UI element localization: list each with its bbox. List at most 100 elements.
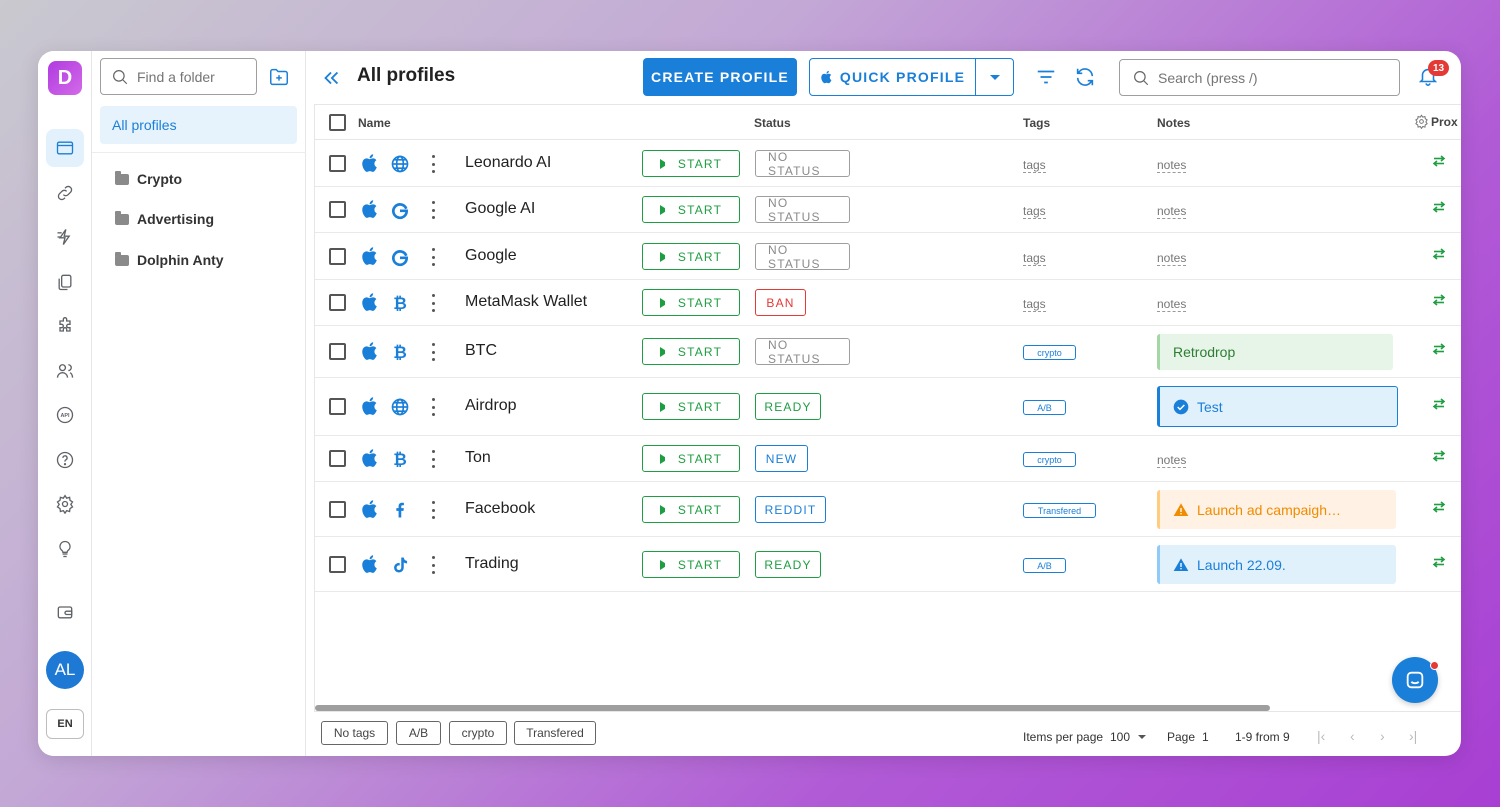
notes-placeholder[interactable]: notes [1157,204,1187,219]
table-row[interactable]: Google START NO STATUS tags notes [315,233,1461,280]
wallet-icon[interactable] [46,593,84,631]
status-badge[interactable]: BAN [755,289,806,316]
row-checkbox[interactable] [329,398,346,415]
row-menu-icon[interactable] [430,450,436,468]
profile-name[interactable]: Google [465,247,517,265]
column-tags[interactable]: Tags [1023,116,1050,130]
quick-profile-button[interactable]: QUICK PROFILE [809,58,976,96]
tag-filter-ab[interactable]: A/B [396,721,441,745]
row-menu-icon[interactable] [430,343,436,361]
table-row[interactable]: Google AI START NO STATUS tags notes [315,187,1461,233]
refresh-icon[interactable] [1074,66,1096,88]
horizontal-scrollbar[interactable] [315,705,1270,711]
table-row[interactable]: ₿ BTC START NO STATUS crypto Retrodrop [315,326,1461,378]
row-menu-icon[interactable] [430,398,436,416]
tag-chip[interactable]: A/B [1023,400,1066,415]
tags-placeholder[interactable]: tags [1023,297,1046,312]
profile-name[interactable]: BTC [465,342,497,360]
row-menu-icon[interactable] [430,501,436,519]
last-page-icon[interactable]: ›| [1409,728,1417,744]
users-icon[interactable] [46,352,84,390]
note-box[interactable]: Test [1157,386,1398,427]
status-badge[interactable]: NEW [755,445,808,472]
notes-placeholder[interactable]: notes [1157,453,1187,468]
table-row[interactable]: Leonardo AI START NO STATUS tags notes [315,140,1461,187]
notes-placeholder[interactable]: notes [1157,251,1187,266]
column-name[interactable]: Name [358,116,391,130]
proxy-swap-icon[interactable] [1432,154,1446,167]
row-checkbox[interactable] [329,248,346,265]
note-box[interactable]: Launch 22.09. [1157,545,1396,584]
profile-name[interactable]: Leonardo AI [465,154,551,172]
language-switch[interactable]: EN [46,709,84,739]
row-menu-icon[interactable] [430,201,436,219]
table-row[interactable]: ₿ Ton START NEW crypto notes [315,436,1461,482]
folder-search-input[interactable]: Find a folder [100,58,257,95]
folder-item-advertising[interactable]: Advertising [115,210,214,227]
link-icon[interactable] [46,174,84,212]
row-checkbox[interactable] [329,450,346,467]
api-icon[interactable]: API [46,396,84,434]
start-button[interactable]: START [642,338,740,365]
proxy-swap-icon[interactable] [1432,342,1446,355]
row-checkbox[interactable] [329,201,346,218]
select-all-checkbox[interactable] [329,114,346,131]
copy-icon[interactable] [46,263,84,301]
table-row[interactable]: ₿ MetaMask Wallet START BAN tags notes [315,280,1461,326]
start-button[interactable]: START [642,496,740,523]
row-menu-icon[interactable] [430,556,436,574]
folder-all-profiles[interactable]: All profiles [100,106,297,144]
status-badge[interactable]: REDDIT [755,496,826,523]
tag-filter-no-tags[interactable]: No tags [321,721,388,745]
create-profile-button[interactable]: CREATE PROFILE [643,58,797,96]
start-button[interactable]: START [642,196,740,223]
status-badge[interactable]: NO STATUS [755,150,850,178]
avatar[interactable]: AL [46,651,84,689]
start-button[interactable]: START [642,150,740,177]
proxy-swap-icon[interactable] [1432,200,1446,213]
row-menu-icon[interactable] [430,155,436,173]
profile-name[interactable]: Ton [465,449,491,467]
tag-filter-crypto[interactable]: crypto [449,721,507,745]
tags-placeholder[interactable]: tags [1023,204,1046,219]
tag-chip[interactable]: A/B [1023,558,1066,573]
quick-profile-dropdown[interactable] [975,58,1014,96]
tags-placeholder[interactable]: tags [1023,158,1046,173]
tag-chip[interactable]: Transfered [1023,503,1096,518]
start-button[interactable]: START [642,243,740,270]
profile-name[interactable]: Facebook [465,500,535,518]
column-notes[interactable]: Notes [1157,116,1190,130]
profile-name[interactable]: Google AI [465,200,535,218]
row-checkbox[interactable] [329,556,346,573]
proxy-swap-icon[interactable] [1432,449,1446,462]
proxy-swap-icon[interactable] [1432,293,1446,306]
status-badge[interactable]: NO STATUS [755,243,850,271]
proxy-swap-icon[interactable] [1432,500,1446,513]
table-row[interactable]: Airdrop START READY A/B Test [315,378,1461,436]
status-badge[interactable]: READY [755,551,821,578]
profiles-icon[interactable] [46,129,84,167]
column-status[interactable]: Status [754,116,791,130]
notes-placeholder[interactable]: notes [1157,158,1187,173]
tag-chip[interactable]: crypto [1023,345,1076,360]
help-icon[interactable] [46,441,84,479]
status-badge[interactable]: NO STATUS [755,196,850,224]
profile-name[interactable]: Trading [465,555,519,573]
row-checkbox[interactable] [329,501,346,518]
automation-icon[interactable] [46,218,84,256]
app-logo[interactable]: D [48,61,82,95]
tag-filter-transfered[interactable]: Transfered [514,721,596,745]
add-folder-icon[interactable] [268,66,290,88]
settings-icon[interactable] [46,485,84,523]
folder-item-dolphin-anty[interactable]: Dolphin Anty [115,251,224,268]
note-box[interactable]: Launch ad campaigh… [1157,490,1396,529]
first-page-icon[interactable]: |‹ [1317,728,1325,744]
filter-icon[interactable] [1035,66,1057,88]
start-button[interactable]: START [642,445,740,472]
previous-page-icon[interactable]: ‹ [1350,728,1355,744]
row-menu-icon[interactable] [430,294,436,312]
proxy-swap-icon[interactable] [1432,555,1446,568]
row-checkbox[interactable] [329,294,346,311]
notes-placeholder[interactable]: notes [1157,297,1187,312]
lightbulb-icon[interactable] [46,530,84,568]
